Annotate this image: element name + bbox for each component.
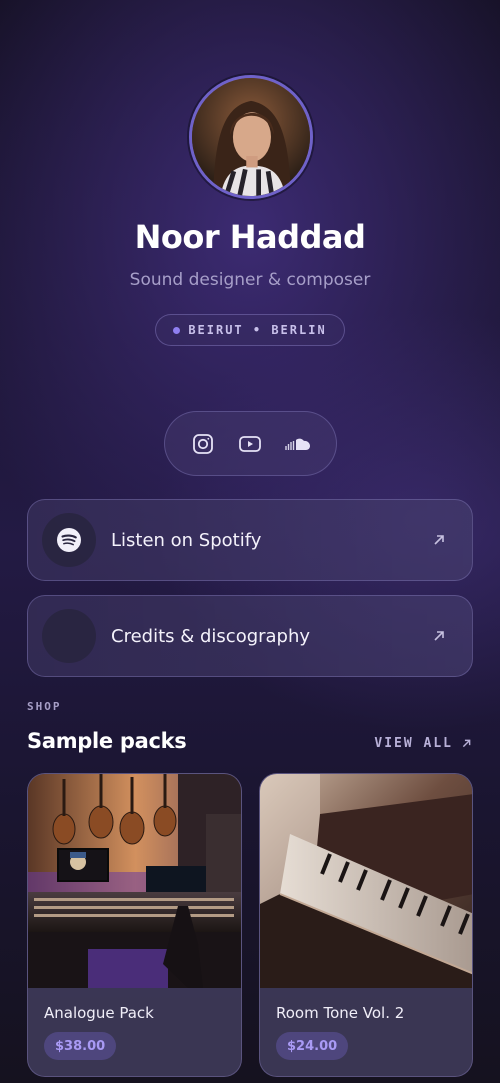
instagram-icon[interactable] [190,431,216,457]
spotify-link[interactable]: Listen on Spotify [27,499,473,581]
spotify-icon [57,528,81,552]
product-image [28,774,241,988]
price-tag: $24.00 [276,1032,349,1060]
arrow-up-right-icon [462,739,471,748]
social-links [164,411,337,476]
product-card[interactable]: Analogue Pack $38.00 [27,773,242,1077]
view-all-link[interactable]: VIEW ALL [374,736,472,751]
product-image [260,774,472,988]
shop-eyebrow: SHOP [27,700,62,713]
product-card[interactable]: Room Tone Vol. 2 $24.00 [259,773,473,1077]
link-in-bio-page: Noor Haddad Sound designer & composer BE… [0,0,500,1083]
profile-tagline: Sound designer & composer [129,270,371,290]
external-arrow-icon [434,535,444,545]
link-label-credits: Credits & discography [111,625,311,647]
avatar [189,75,313,199]
profile-photo [192,78,310,196]
product-name: Analogue Pack [44,1004,154,1022]
location-label: BEIRUT • BERLIN [188,323,327,337]
price-tag: $38.00 [44,1032,117,1060]
spotify-badge [42,513,96,567]
credits-link[interactable]: Credits & discography [27,595,473,677]
link-label-spotify: Listen on Spotify [111,529,262,551]
product-name: Room Tone Vol. 2 [276,1004,405,1022]
profile-name: Noor Haddad [134,218,366,256]
credits-badge [42,609,96,663]
status-dot [173,326,181,334]
location-badge: BEIRUT • BERLIN [155,314,345,346]
section-title: Sample packs [27,729,187,753]
external-arrow-icon [434,631,444,641]
view-all-label: VIEW ALL [374,736,453,751]
youtube-icon[interactable] [237,431,263,457]
soundcloud-icon[interactable] [285,431,311,457]
